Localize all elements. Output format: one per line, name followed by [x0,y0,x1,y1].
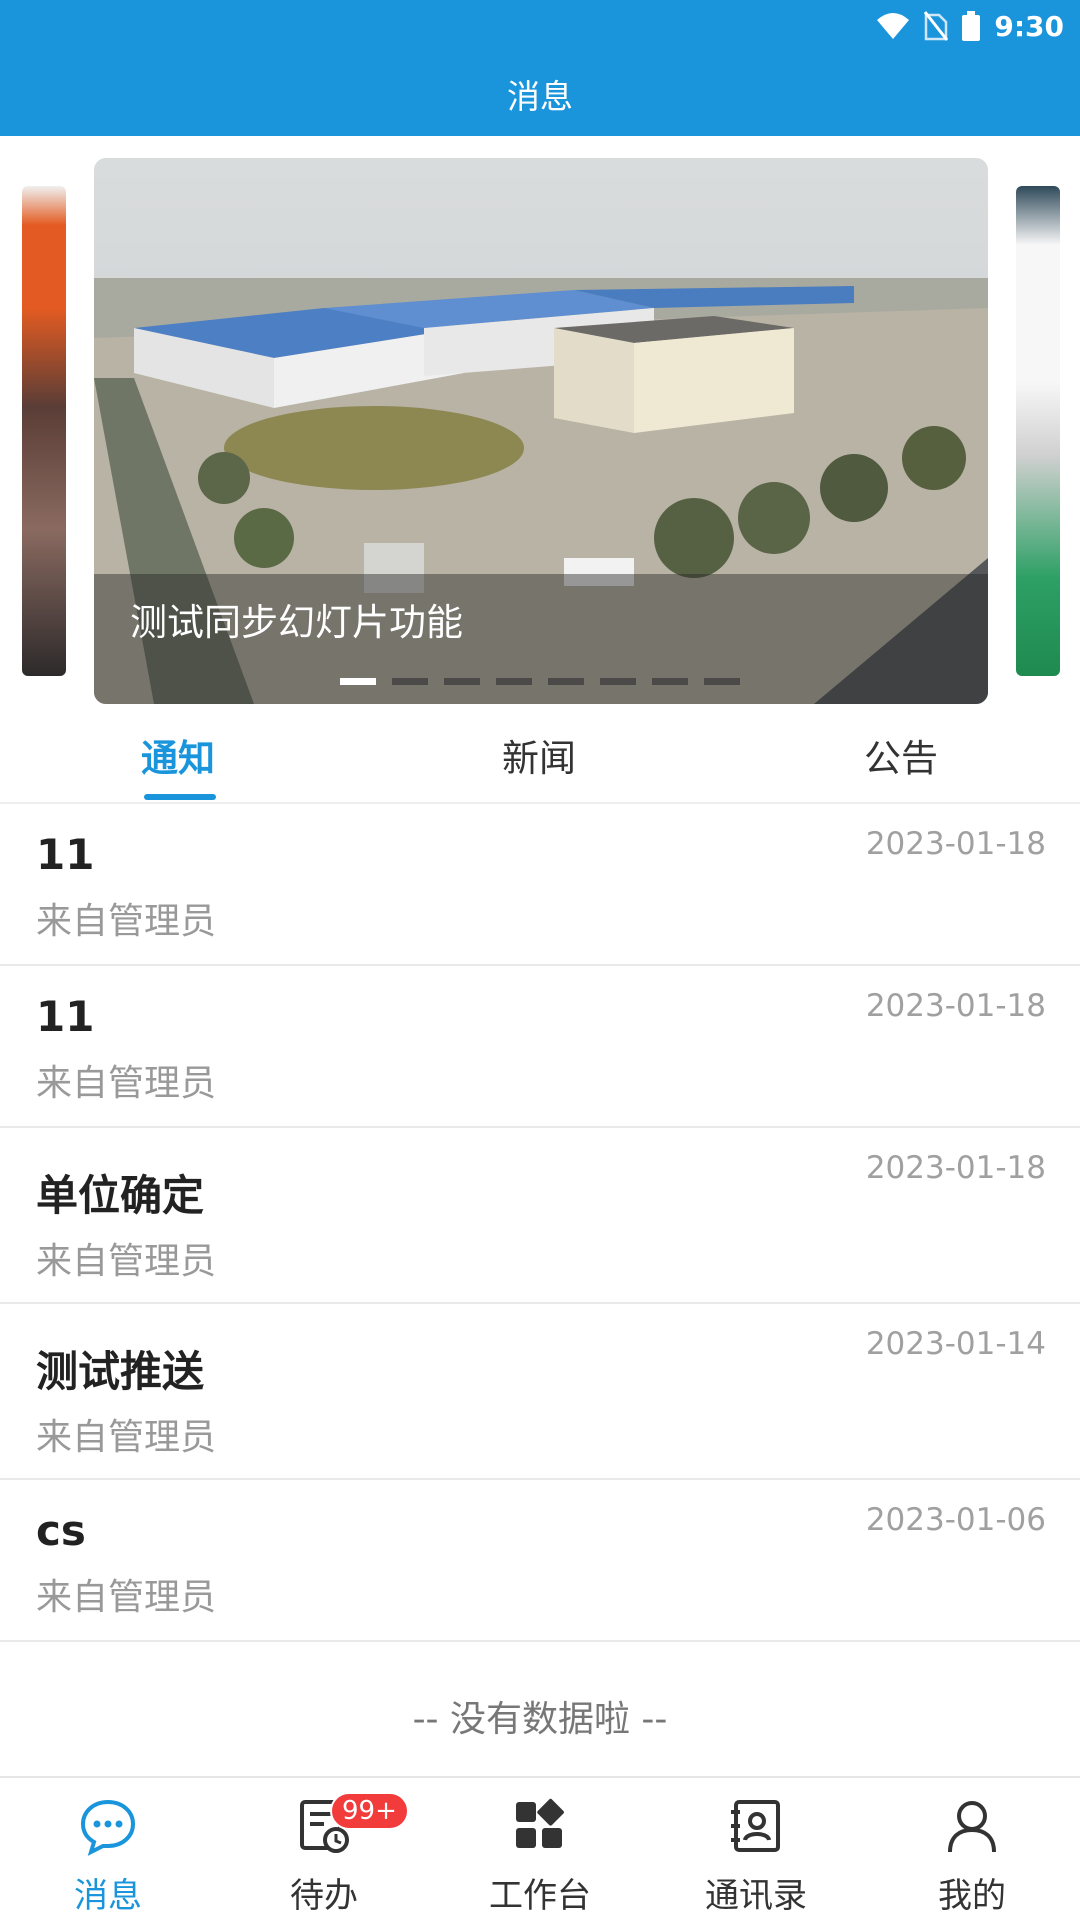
category-tabs: 通知 新闻 公告 [0,706,1080,804]
nav-workbench[interactable]: 工作台 [450,1796,630,1917]
carousel-dot[interactable] [340,678,376,685]
message-date: 2023-01-14 [865,1326,1046,1362]
banner-carousel[interactable]: 测试同步幻灯片功能 [0,136,1080,706]
contacts-book-icon [726,1796,786,1860]
message-sender: 来自管理员 [36,1577,217,1618]
wifi-icon [876,12,910,40]
carousel-dot[interactable] [704,678,740,685]
app-header: 9:30 消息 [0,0,1080,136]
no-sim-icon [924,11,949,41]
message-row[interactable]: 测试推送 来自管理员 2023-01-14 [0,1304,1080,1480]
status-time: 9:30 [994,9,1064,43]
message-date: 2023-01-18 [865,1150,1046,1186]
chat-bubble-icon [78,1796,138,1860]
carousel-prev-slide[interactable] [22,186,66,676]
nav-label: 通讯录 [705,1876,807,1916]
message-row[interactable]: 11 来自管理员 2023-01-18 [0,966,1080,1128]
active-tab-indicator [144,794,216,800]
carousel-indicator [340,678,740,685]
message-row[interactable]: cs 来自管理员 2023-01-06 [0,1480,1080,1642]
status-bar: 9:30 [876,8,1064,44]
nav-label: 待办 [290,1876,358,1916]
carousel-dot[interactable] [548,678,584,685]
nav-label: 消息 [74,1876,142,1916]
message-date: 2023-01-06 [865,1502,1046,1538]
message-sender: 来自管理员 [36,1241,217,1282]
message-title: 11 [36,992,95,1041]
nav-profile[interactable]: 我的 [882,1796,1062,1917]
message-row[interactable]: 单位确定 来自管理员 2023-01-18 [0,1128,1080,1304]
message-title: 单位确定 [36,1171,205,1220]
slide-caption: 测试同步幻灯片功能 [130,601,463,644]
nav-label: 工作台 [489,1876,591,1916]
todo-badge: 99+ [330,1792,409,1830]
tab-news[interactable]: 新闻 [502,728,576,782]
nav-contacts[interactable]: 通讯录 [666,1796,846,1917]
message-list: 11 来自管理员 2023-01-18 11 来自管理员 2023-01-18 … [0,804,1080,1642]
carousel-dot[interactable] [496,678,532,685]
tab-notice[interactable]: 通知 [141,728,215,782]
message-title: cs [36,1506,86,1555]
person-icon [942,1796,1002,1860]
workbench-grid-icon [510,1796,570,1860]
carousel-dot[interactable] [444,678,480,685]
battery-icon [962,11,981,41]
carousel-current-slide[interactable]: 测试同步幻灯片功能 [94,158,988,704]
carousel-dot[interactable] [392,678,428,685]
bottom-tab-bar: 消息 99+ 待办 工作台 通讯录 我的 [0,1776,1080,1922]
nav-todo[interactable]: 99+ 待办 [234,1792,414,1917]
nav-messages[interactable]: 消息 [18,1796,198,1917]
message-sender: 来自管理员 [36,901,217,942]
message-date: 2023-01-18 [865,826,1046,862]
carousel-dot[interactable] [600,678,636,685]
tab-announcement[interactable]: 公告 [864,728,938,782]
carousel-dot[interactable] [652,678,688,685]
message-sender: 来自管理员 [36,1063,217,1104]
message-title: 测试推送 [36,1347,205,1396]
page-title: 消息 [507,77,573,116]
list-end-text: -- 没有数据啦 -- [412,1699,668,1740]
message-row[interactable]: 11 来自管理员 2023-01-18 [0,804,1080,966]
carousel-next-slide[interactable] [1016,186,1060,676]
message-sender: 来自管理员 [36,1417,217,1458]
message-date: 2023-01-18 [865,988,1046,1024]
message-title: 11 [36,830,95,879]
nav-label: 我的 [938,1876,1006,1916]
